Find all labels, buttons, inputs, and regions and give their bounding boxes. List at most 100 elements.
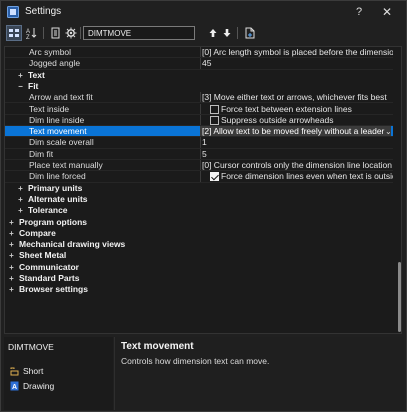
property-value: [3] Move either text or arrows, whicheve… — [202, 92, 387, 103]
tag-icon — [10, 367, 19, 375]
property-value: [0] Cursor controls only the dimension l… — [202, 160, 392, 170]
description-text: Controls how dimension text can move. — [121, 356, 270, 366]
property-value[interactable]: [2] Allow text to be moved freely withou… — [200, 126, 391, 137]
tree-property-row[interactable]: Dim line inside Suppress outside arrowhea… — [5, 114, 393, 127]
property-name: Text inside — [29, 103, 70, 114]
next-result-button[interactable] — [219, 25, 235, 41]
tree-property-row[interactable]: Arc symbol [0] Arc length symbol is place… — [5, 47, 393, 59]
tree-group-row[interactable]: + Alternate units — [5, 194, 393, 205]
options-button[interactable] — [63, 25, 79, 41]
property-name: Arrow and text fit — [29, 92, 93, 103]
expand-icon[interactable]: + — [8, 252, 15, 260]
expand-icon[interactable]: + — [8, 275, 15, 283]
variable-scope-label: Drawing — [23, 381, 55, 391]
tree-property-row[interactable]: Dim line forced Force dimension lines eve… — [5, 171, 393, 183]
tree-group-label: Program options — [19, 216, 88, 227]
expand-icon[interactable]: + — [8, 241, 15, 249]
tree-property-row[interactable]: Dim fit 5 — [5, 148, 393, 160]
tree-group-label: Browser settings — [19, 284, 88, 295]
expand-icon[interactable]: + — [17, 71, 24, 79]
variable-info-panel: DIMTMOVE Short A Drawing — [4, 337, 113, 410]
variable-type-label: Short — [23, 366, 44, 376]
tree-group-row[interactable]: + Communicator — [5, 262, 393, 273]
property-name: Dim scale overall — [29, 137, 94, 148]
tree-group-row[interactable]: + Sheet Metal — [5, 250, 393, 261]
tree-group-row[interactable]: + Browser settings — [5, 284, 393, 295]
app-icon — [7, 6, 19, 18]
help-button[interactable]: ? — [349, 4, 369, 20]
document-icon — [245, 27, 255, 39]
property-checkbox[interactable] — [210, 172, 219, 182]
property-name: Jogged angle — [29, 58, 81, 69]
scrollbar-thumb[interactable] — [398, 262, 401, 332]
collapse-icon[interactable]: − — [17, 82, 24, 90]
property-value: 1 — [202, 137, 207, 148]
property-name: Place text manually — [29, 160, 103, 170]
expand-icon[interactable]: + — [8, 286, 15, 294]
svg-text:Z: Z — [26, 35, 30, 39]
arrow-down-icon — [223, 29, 231, 37]
tree-group-label: Standard Parts — [19, 273, 80, 283]
expand-icon[interactable]: + — [17, 195, 24, 203]
tree-group-label: Text — [28, 69, 45, 80]
tree-property-row[interactable]: Jogged angle 45 — [5, 58, 393, 70]
alphabetical-view-button[interactable]: A Z — [24, 25, 40, 41]
property-checkbox[interactable] — [210, 115, 219, 125]
property-checkbox[interactable] — [210, 104, 219, 114]
expand-icon[interactable]: + — [8, 229, 15, 237]
tree-group-row[interactable]: + Primary units — [5, 183, 393, 194]
svg-text:A: A — [12, 384, 17, 391]
property-value: Suppress outside arrowheads — [221, 114, 334, 125]
tree-property-row[interactable]: Text inside Force text between extension … — [5, 103, 393, 115]
arrow-up-icon — [209, 29, 217, 37]
close-button[interactable]: ✕ — [377, 4, 397, 20]
categorized-icon — [9, 29, 19, 37]
property-value: Force dimension lines even when text is … — [221, 171, 393, 182]
tree-group-label: Primary units — [28, 182, 83, 193]
tree-property-row[interactable]: Text movement [2] Allow text to be moved … — [5, 126, 393, 138]
chevron-down-icon[interactable]: ⌄ — [385, 126, 392, 136]
toolbar: A Z — [1, 24, 406, 44]
property-name: Dim fit — [29, 148, 54, 159]
tree-group-label: Compare — [19, 227, 56, 238]
property-name: Text movement — [29, 126, 87, 137]
search-input[interactable] — [83, 26, 195, 40]
property-value: [0] Arc length symbol is placed before t… — [202, 47, 393, 57]
tree-property-row[interactable]: Place text manually [0] Cursor controls o… — [5, 160, 393, 172]
export-button[interactable] — [48, 25, 64, 41]
tree-group-label: Sheet Metal — [19, 250, 67, 261]
property-value: 5 — [202, 148, 207, 159]
gear-icon — [65, 27, 77, 39]
settings-tree: Arc symbol [0] Arc length symbol is place… — [4, 46, 402, 334]
expand-icon[interactable]: + — [8, 263, 15, 271]
variable-type-item: Short — [10, 366, 43, 376]
tree-group-row[interactable]: + Mechanical drawing views — [5, 239, 393, 250]
categorized-view-button[interactable] — [6, 25, 22, 41]
property-name: Dim line inside — [29, 114, 85, 125]
variable-name: DIMTMOVE — [8, 342, 54, 352]
tree-group-row[interactable]: − Fit — [5, 81, 393, 92]
window-title: Settings — [25, 6, 62, 17]
document-settings-button[interactable] — [242, 25, 258, 41]
drawing-icon: A — [10, 381, 19, 391]
tree-property-row[interactable]: Arrow and text fit [3] Move either text o… — [5, 92, 393, 104]
title-bar: Settings ? ✕ — [1, 1, 406, 23]
tree-group-label: Fit — [28, 80, 39, 91]
tree-group-row[interactable]: + Text — [5, 70, 393, 81]
tree-property-row[interactable]: Dim scale overall 1 — [5, 137, 393, 149]
property-value: Force text between extension lines — [221, 103, 352, 114]
tree-group-row[interactable]: + Program options — [5, 217, 393, 228]
expand-icon[interactable]: + — [17, 184, 24, 192]
expand-icon[interactable]: + — [8, 218, 15, 226]
expand-icon[interactable]: + — [17, 207, 24, 215]
property-value: 45 — [202, 58, 212, 69]
tree-group-row[interactable]: + Compare — [5, 228, 393, 239]
tree-group-label: Communicator — [19, 261, 79, 272]
tree-group-label: Mechanical drawing views — [19, 239, 126, 250]
tree-group-label: Tolerance — [28, 205, 68, 216]
tree-group-row[interactable]: + Standard Parts — [5, 273, 393, 284]
property-name: Arc symbol — [29, 47, 72, 57]
tree-scrollbar[interactable] — [397, 47, 401, 333]
tree-group-row[interactable]: + Tolerance — [5, 205, 393, 216]
description-panel: Text movement Controls how dimension tex… — [114, 337, 404, 410]
